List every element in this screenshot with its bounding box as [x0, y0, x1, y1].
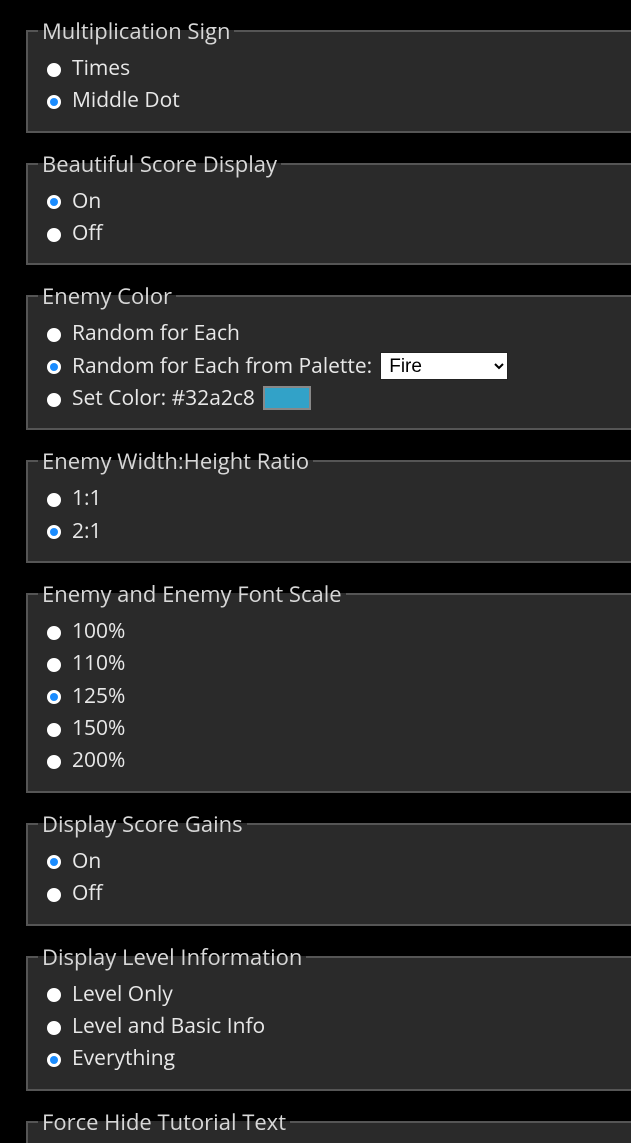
- label-level-everything[interactable]: Everything: [72, 1044, 175, 1072]
- label-scale-110[interactable]: 110%: [72, 649, 125, 677]
- group-score-gains: Display Score Gains On Off: [26, 809, 631, 926]
- legend-multiplication-sign: Multiplication Sign: [38, 16, 234, 46]
- radio-scale-125[interactable]: [47, 690, 61, 704]
- radio-level-everything[interactable]: [47, 1053, 61, 1067]
- label-scale-200[interactable]: 200%: [72, 746, 125, 774]
- group-force-hide-tutorial: Force Hide Tutorial Text: [26, 1107, 631, 1143]
- radio-enemy-color-set[interactable]: [47, 393, 61, 407]
- radio-level-basic[interactable]: [47, 1021, 61, 1035]
- radio-scale-200[interactable]: [47, 755, 61, 769]
- group-multiplication-sign: Multiplication Sign Times Middle Dot: [26, 16, 631, 133]
- color-swatch[interactable]: [263, 386, 311, 410]
- label-score-gains-on[interactable]: On: [72, 847, 101, 875]
- radio-score-gains-on[interactable]: [47, 855, 61, 869]
- label-level-basic[interactable]: Level and Basic Info: [72, 1012, 265, 1040]
- legend-enemy-ratio: Enemy Width:Height Ratio: [38, 446, 313, 476]
- radio-ratio-11[interactable]: [47, 493, 61, 507]
- label-times[interactable]: Times: [72, 54, 130, 82]
- radio-scale-150[interactable]: [47, 723, 61, 737]
- label-set-color-hex: #32a2c8: [172, 384, 255, 412]
- label-set-color-prefix: Set Color:: [72, 384, 172, 412]
- label-ratio-11[interactable]: 1:1: [72, 484, 102, 512]
- legend-level-info: Display Level Information: [38, 942, 306, 972]
- select-palette[interactable]: Fire: [380, 352, 508, 380]
- radio-level-only[interactable]: [47, 988, 61, 1002]
- radio-score-gains-off[interactable]: [47, 888, 61, 902]
- label-enemy-color-palette[interactable]: Random for Each from Palette:: [72, 352, 372, 380]
- label-enemy-color-random[interactable]: Random for Each: [72, 319, 240, 347]
- group-level-info: Display Level Information Level Only Lev…: [26, 942, 631, 1091]
- group-beautiful-score-display: Beautiful Score Display On Off: [26, 149, 631, 266]
- label-enemy-color-set[interactable]: Set Color: #32a2c8: [72, 384, 255, 412]
- group-font-scale: Enemy and Enemy Font Scale 100% 110% 125…: [26, 579, 631, 793]
- radio-middle-dot[interactable]: [47, 95, 61, 109]
- label-scale-125[interactable]: 125%: [72, 682, 125, 710]
- label-level-only[interactable]: Level Only: [72, 980, 173, 1008]
- legend-force-hide-tutorial: Force Hide Tutorial Text: [38, 1107, 290, 1137]
- label-bsd-off[interactable]: Off: [72, 219, 102, 247]
- label-score-gains-off[interactable]: Off: [72, 879, 102, 907]
- group-enemy-ratio: Enemy Width:Height Ratio 1:1 2:1: [26, 446, 631, 563]
- label-ratio-21[interactable]: 2:1: [72, 517, 102, 545]
- radio-bsd-off[interactable]: [47, 228, 61, 242]
- legend-beautiful-score-display: Beautiful Score Display: [38, 149, 281, 179]
- radio-enemy-color-random[interactable]: [47, 328, 61, 342]
- legend-font-scale: Enemy and Enemy Font Scale: [38, 579, 346, 609]
- group-enemy-color: Enemy Color Random for Each Random for E…: [26, 281, 631, 430]
- legend-enemy-color: Enemy Color: [38, 281, 176, 311]
- radio-scale-110[interactable]: [47, 658, 61, 672]
- radio-scale-100[interactable]: [47, 626, 61, 640]
- radio-bsd-on[interactable]: [47, 195, 61, 209]
- radio-times[interactable]: [47, 63, 61, 77]
- radio-enemy-color-palette[interactable]: [47, 360, 61, 374]
- label-bsd-on[interactable]: On: [72, 187, 101, 215]
- radio-ratio-21[interactable]: [47, 525, 61, 539]
- label-scale-150[interactable]: 150%: [72, 714, 125, 742]
- label-scale-100[interactable]: 100%: [72, 617, 125, 645]
- legend-score-gains: Display Score Gains: [38, 809, 247, 839]
- label-middle-dot[interactable]: Middle Dot: [72, 86, 180, 114]
